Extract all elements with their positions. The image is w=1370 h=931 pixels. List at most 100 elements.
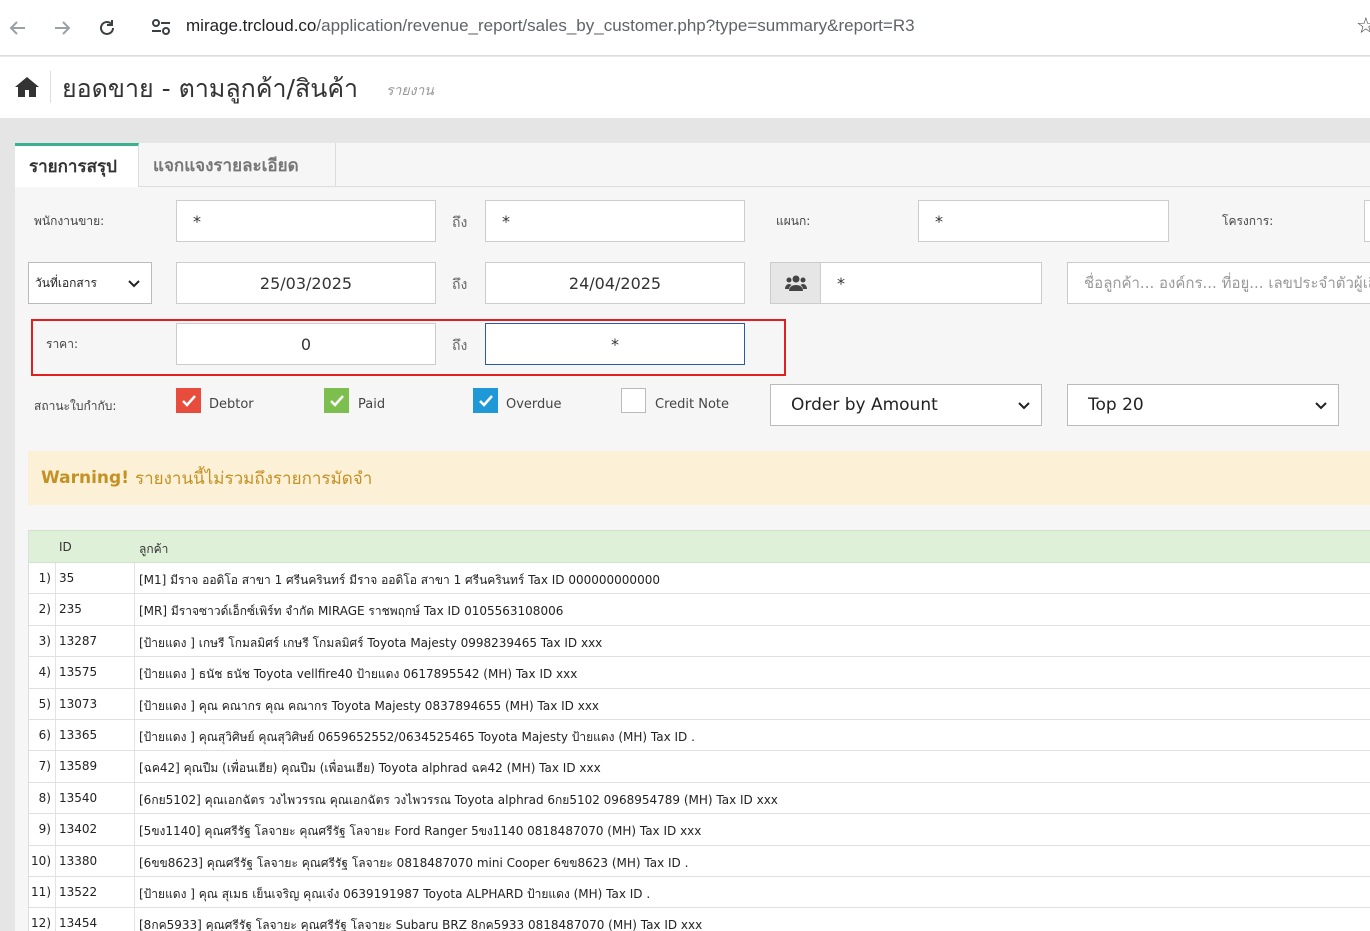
row-number: 4) — [38, 665, 51, 680]
chevron-down-icon — [1315, 402, 1327, 410]
column-divider — [134, 782, 135, 814]
table-row[interactable]: 10) 13380 [6ขข8623] คุณศรีรัฐ โลจายะ คุณศร… — [29, 845, 1370, 877]
top-n-value: Top 20 — [1088, 395, 1144, 415]
table-row[interactable]: 4) 13575 [ป้ายแดง ] ธนัช ธนัช Toyota vellf… — [29, 657, 1370, 689]
header-customer: ลูกค้า — [139, 542, 169, 556]
row-number: 8) — [38, 790, 51, 805]
to-label: ถึง — [452, 277, 468, 293]
forward-arrow-icon[interactable] — [46, 12, 78, 44]
debtor-checkbox[interactable] — [176, 388, 201, 413]
column-divider — [55, 625, 56, 657]
page-subtitle: รายงาน — [386, 83, 434, 99]
home-icon[interactable] — [14, 75, 40, 99]
row-id: 13380 — [59, 853, 98, 868]
paid-checkbox[interactable] — [324, 388, 349, 413]
row-id: 35 — [59, 571, 75, 585]
column-divider — [55, 657, 56, 688]
row-id: 13073 — [59, 696, 98, 711]
tab-summary[interactable]: รายการสรุป — [15, 143, 139, 187]
price-from-input[interactable]: 0 — [176, 323, 436, 365]
table-row[interactable]: 5) 13073 [ป้ายแดง ] คุณ คณากร คุณ คณากร To… — [29, 688, 1370, 720]
project-input[interactable] — [1364, 200, 1370, 242]
price-to-input[interactable]: * — [485, 323, 745, 365]
column-divider — [134, 563, 135, 594]
row-id: 13575 — [59, 665, 98, 680]
url-path: /application/revenue_report/sales_by_cus… — [316, 16, 915, 35]
report-tabs: รายการสรุป แจกแจงรายละเอียด — [15, 143, 1370, 187]
customer-search-input[interactable]: ชื่อลูกค้า... องค์กร... ที่อยู... เลขประ… — [1067, 262, 1370, 304]
row-id: 13287 — [59, 633, 98, 648]
browser-toolbar: mirage.trcloud.co/application/revenue_re… — [0, 0, 1370, 56]
column-divider — [134, 625, 135, 657]
table-row[interactable]: 9) 13402 [5ขง1140] คุณศรีรัฐ โลจายะ คุณศรี… — [29, 814, 1370, 846]
top-n-select[interactable]: Top 20 — [1067, 384, 1339, 426]
row-customer: [MR] มีราจซาวด์เอ็กซ์เพิร์ท จำกัด MIRAGE… — [139, 604, 564, 619]
department-input[interactable]: * — [918, 200, 1169, 242]
column-divider — [55, 814, 56, 845]
row-number: 2) — [38, 602, 51, 617]
column-divider — [55, 751, 56, 782]
check-icon — [329, 394, 344, 407]
date-type-select[interactable]: วันที่เอกสาร — [28, 262, 152, 304]
row-customer: [ป้ายแดง ] คุณ สุเมธ เย็นเจริญ คุณเจ๋ง 0… — [139, 886, 651, 901]
column-divider — [55, 719, 56, 751]
row-customer: [ป้ายแดง ] ธนัช ธนัช Toyota vellfire40 ป… — [139, 667, 578, 682]
customer-table: ID ลูกค้า 1) 35 [M1] มีราจ ออดิโอ สาขา 1 ศ… — [28, 530, 1370, 931]
row-customer: [6ขข8623] คุณศรีรัฐ โลจายะ คุณศรีรัฐ โลจ… — [139, 855, 689, 870]
address-bar[interactable]: mirage.trcloud.co/application/revenue_re… — [186, 16, 915, 36]
column-divider — [134, 719, 135, 751]
reload-icon[interactable] — [91, 12, 123, 44]
table-row[interactable]: 1) 35 [M1] มีราจ ออดิโอ สาขา 1 ศรีนครินทร์… — [29, 563, 1370, 595]
users-icon — [784, 275, 807, 291]
column-divider — [55, 563, 56, 594]
table-row[interactable]: 11) 13522 [ป้ายแดง ] คุณ สุเมธ เย็นเจริญ ค… — [29, 876, 1370, 909]
table-row[interactable]: 8) 13540 [6กย5102] คุณเอกฉัตร วงไพวรรณ คุณ… — [29, 782, 1370, 815]
salesperson-to-input[interactable]: * — [485, 200, 745, 242]
date-from-input[interactable]: 25/03/2025 — [176, 262, 436, 304]
overdue-checkbox[interactable] — [473, 388, 498, 413]
warning-alert: Warning! รายงานนี้ไม่รวมถึงรายการมัดจำ — [28, 451, 1370, 505]
row-number: 12) — [31, 916, 51, 931]
table-row[interactable]: 6) 13365 [ป้ายแดง ] คุณสุวิศิษย์ คุณสุวิศิ… — [29, 719, 1370, 752]
chevron-down-icon — [128, 280, 140, 288]
salesperson-label: พนักงานขาย: — [34, 214, 105, 228]
bookmark-star-icon[interactable]: ☆ — [1356, 14, 1370, 39]
table-body: 1) 35 [M1] มีราจ ออดิโอ สาขา 1 ศรีนครินทร์… — [29, 563, 1370, 931]
order-by-select[interactable]: Order by Amount — [770, 384, 1042, 426]
header-divider — [50, 71, 51, 103]
status-label: สถานะใบกำกับ: — [34, 399, 117, 413]
row-number: 3) — [38, 633, 51, 648]
overdue-label: Overdue — [506, 397, 562, 412]
price-label: ราคา: — [46, 337, 78, 351]
row-customer: [ป้ายแดง ] คุณสุวิศิษย์ คุณสุวิศิษย์ 065… — [139, 729, 695, 744]
salesperson-from-input[interactable]: * — [176, 200, 436, 242]
to-label: ถึง — [452, 215, 468, 231]
tab-detail[interactable]: แจกแจงรายละเอียด — [139, 143, 336, 187]
table-row[interactable]: 3) 13287 [ป้ายแดง ] เกษรี โกมลมิศร์ เกษรี … — [29, 625, 1370, 658]
row-number: 6) — [38, 727, 51, 742]
row-customer: [5ขง1140] คุณศรีรัฐ โลจายะ คุณศรีรัฐ โลจ… — [139, 824, 702, 839]
customer-group-input[interactable]: * — [820, 262, 1042, 304]
column-divider — [55, 688, 56, 719]
row-number: 10) — [31, 853, 51, 868]
date-to-input[interactable]: 24/04/2025 — [485, 262, 745, 304]
row-id: 13365 — [59, 727, 98, 742]
back-arrow-icon[interactable] — [2, 12, 34, 44]
url-host: mirage.trcloud.co — [186, 16, 317, 35]
column-divider — [134, 594, 135, 625]
column-divider — [55, 876, 56, 908]
page-title: ยอดขาย - ตามลูกค้า/สินค้า — [62, 74, 359, 103]
warning-strong: Warning! — [41, 468, 129, 488]
site-settings-icon[interactable] — [150, 16, 174, 40]
table-row[interactable]: 7) 13589 [ฉค42] คุณปืม (เพื่อนเฮีย) คุณปืม… — [29, 751, 1370, 783]
row-number: 9) — [38, 822, 51, 837]
table-row[interactable]: 2) 235 [MR] มีราจซาวด์เอ็กซ์เพิร์ท จำกัด M… — [29, 594, 1370, 626]
to-label: ถึง — [452, 338, 468, 354]
row-customer: [ป้ายแดง ] คุณ คณากร คุณ คณากร Toyota Ma… — [139, 698, 600, 713]
row-id: 235 — [59, 602, 82, 617]
row-customer: [M1] มีราจ ออดิโอ สาขา 1 ศรีนครินทร์ มีร… — [139, 573, 660, 587]
credit-note-checkbox[interactable] — [621, 388, 646, 413]
group-addon[interactable] — [770, 262, 821, 304]
table-row[interactable]: 12) 13454 [8กค5933] คุณศรีรัฐ โลจายะ คุณศร… — [29, 908, 1370, 931]
credit-note-label: Credit Note — [655, 397, 730, 412]
